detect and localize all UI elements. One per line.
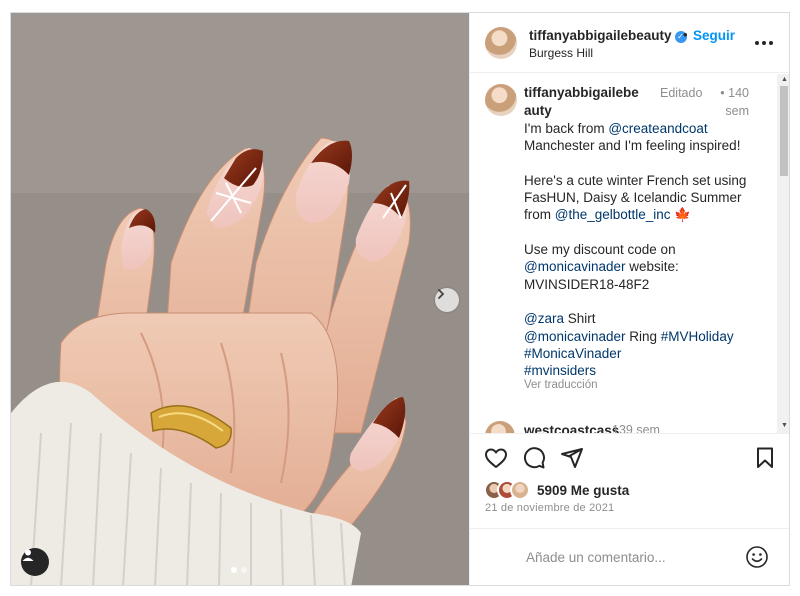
scrollbar-thumb[interactable]	[780, 86, 788, 176]
caption-author-avatar[interactable]	[485, 84, 517, 116]
caption-line: Shirt	[563, 311, 596, 327]
follow-button[interactable]: Seguir	[693, 28, 735, 43]
author-username-text[interactable]: tiffanyabbigailebeauty	[529, 28, 672, 43]
commenter-avatar[interactable]	[485, 421, 515, 433]
liker-avatar	[510, 480, 530, 500]
more-options-icon[interactable]	[755, 35, 775, 51]
scroll-down-arrow-icon[interactable]: ▼	[781, 422, 788, 429]
see-translation-link[interactable]: Ver traducción	[524, 379, 598, 391]
caption-line: Here's a cute winter French set using	[524, 172, 747, 188]
instagram-post-modal: tiffanyabbigailebeauty ✓ • Seguir Burgess…	[10, 12, 790, 586]
heart-icon[interactable]	[482, 444, 510, 472]
hashtag-link[interactable]: #MVHoliday	[661, 329, 734, 344]
nail-photo-illustration	[11, 13, 469, 585]
post-details-panel: tiffanyabbigailebeauty ✓ • Seguir Burgess…	[469, 13, 789, 585]
caption-line: from	[524, 207, 555, 223]
share-icon[interactable]	[558, 444, 586, 472]
post-header: tiffanyabbigailebeauty ✓ • Seguir Burgess…	[470, 13, 789, 73]
author-avatar[interactable]	[485, 27, 517, 59]
maple-leaf-emoji: 🍁	[674, 207, 692, 223]
caption-author-username[interactable]: tiffanyabbigailebeauty	[524, 84, 644, 120]
author-username[interactable]: tiffanyabbigailebeauty ✓	[529, 28, 687, 43]
chevron-right-icon	[438, 289, 445, 299]
caption-text: I'm back from @createandcoat Manchester …	[524, 120, 764, 379]
mention-link[interactable]: @zara	[524, 311, 564, 326]
carousel-indicator	[231, 567, 247, 573]
likes-count[interactable]: 5909 Me gusta	[537, 483, 629, 498]
hashtag-link[interactable]: #MonicaVinader	[524, 345, 764, 362]
commenter-username[interactable]: westcoastcass	[524, 423, 619, 433]
comment-icon[interactable]	[520, 444, 548, 472]
action-bar	[470, 444, 789, 480]
mention-link[interactable]: @monicavinader	[524, 259, 626, 274]
bookmark-icon[interactable]	[751, 444, 779, 472]
carousel-next-button[interactable]	[435, 288, 459, 312]
post-date[interactable]: 21 de noviembre de 2021	[485, 502, 614, 514]
caption-time-separator: •	[720, 86, 725, 100]
carousel-dot-active	[231, 567, 237, 573]
tagged-users-button[interactable]	[21, 548, 49, 576]
discount-code: MVINSIDER18-48F2	[524, 276, 650, 292]
mention-link[interactable]: @createandcoat	[608, 121, 707, 136]
emoji-icon[interactable]	[745, 545, 769, 569]
likes-summary[interactable]: 5909 Me gusta	[484, 479, 629, 501]
caption-time-text: 140 sem	[725, 86, 749, 118]
caption-line: FasHUN, Daisy & Icelandic Summer	[524, 190, 742, 206]
caption-line: I'm back from	[524, 121, 609, 136]
caption-line: Ring	[625, 328, 661, 344]
mention-link[interactable]: @the_gelbottle_inc	[555, 207, 671, 222]
caption-line: Manchester and I'm feeling inspired!	[524, 138, 741, 154]
carousel-dot	[241, 567, 247, 573]
comment-time: 139 sem	[612, 423, 660, 434]
mention-link[interactable]: @monicavinader	[524, 329, 626, 344]
post-image[interactable]	[11, 13, 469, 585]
hashtag-link[interactable]: #mvinsiders	[524, 362, 764, 379]
header-separator: •	[683, 27, 688, 42]
scroll-up-arrow-icon[interactable]: ▲	[781, 76, 788, 83]
caption-time: • 140 sem	[714, 84, 749, 120]
caption-line: website:	[625, 259, 679, 275]
caption-line: Use my discount code on	[524, 242, 676, 258]
user-tag-icon	[22, 549, 34, 561]
comment-input[interactable]	[526, 546, 726, 568]
post-location[interactable]: Burgess Hill	[529, 46, 593, 60]
add-comment-bar	[470, 528, 789, 585]
comments-section: tiffanyabbigailebeauty Editado • 140 sem…	[470, 74, 789, 434]
